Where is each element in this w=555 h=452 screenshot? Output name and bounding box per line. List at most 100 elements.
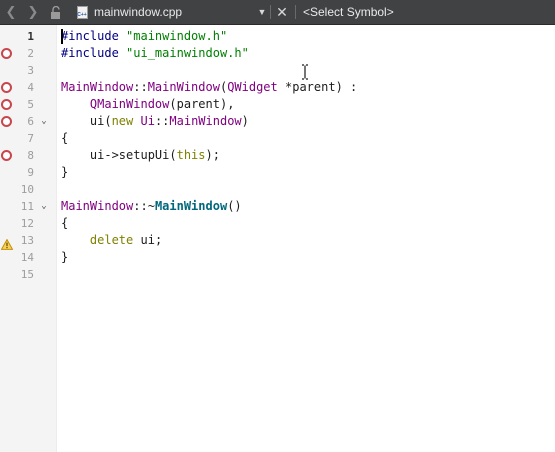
code-line[interactable]: 2 #include "ui_mainwindow.h" [0,45,555,62]
line-number: 12 [20,217,34,230]
code-line[interactable]: 1 #include "mainwindow.h" [0,28,555,45]
code-line[interactable]: 13 delete ui; [0,232,555,250]
type-token: QMainWindow [89,97,170,111]
line-number: 14 [20,251,34,264]
code-token: ui; [133,233,163,247]
unlocked-icon[interactable] [48,0,64,24]
code-token: { [61,216,69,230]
type-token: Ui [140,114,155,128]
line-text: } [61,249,68,266]
line-text: QMainWindow(parent), [61,96,235,113]
toolbar-divider [295,5,296,19]
code-line[interactable]: 6 ⌄ ui(new Ui::MainWindow) [0,113,555,130]
code-token: } [61,165,69,179]
function-token: MainWindow [154,199,228,213]
line-text: { [61,215,68,232]
line-number: 7 [27,132,34,145]
line-number: 13 [20,234,34,247]
code-line[interactable]: 14 } [0,249,555,266]
type-token: QWidget [227,80,278,94]
type-token: MainWindow [169,114,242,128]
breakpoint-icon[interactable] [1,99,13,110]
code-token: *parent) : [277,80,358,94]
text-cursor [61,29,63,44]
breakpoint-icon[interactable] [1,48,13,59]
line-text: MainWindow::MainWindow(QWidget *parent) … [61,79,357,96]
code-line[interactable]: 5 QMainWindow(parent), [0,96,555,113]
fold-chevron-icon[interactable]: ⌄ [38,113,50,130]
line-number: 2 [27,47,34,60]
code-token: ui( [61,114,112,128]
keyword-token: delete [89,233,134,247]
code-line[interactable]: 15 [0,266,555,283]
toolbar-divider [270,5,271,19]
code-token: ) [241,114,249,128]
keyword-token: this [176,148,206,162]
preprocessor-token: #include [61,29,119,43]
code-token: { [61,131,69,145]
code-line[interactable]: 4 MainWindow::MainWindow(QWidget *parent… [0,79,555,96]
code-token: :: [133,80,148,94]
line-text: } [61,164,68,181]
type-token: MainWindow [147,80,220,94]
line-number: 9 [27,166,34,179]
document-selector[interactable]: mainwindow.cpp [94,0,182,24]
chevron-left-icon[interactable]: ❮ [2,0,20,24]
editor-toolbar: ❮ ❯ C++ mainwindow.cpp ▼ ✕ <Select Symbo… [0,0,555,25]
line-text: { [61,130,68,147]
line-number: 6 [27,115,34,128]
code-line[interactable]: 11 ⌄ MainWindow::~MainWindow() [0,198,555,215]
line-number: 1 [27,30,34,43]
caret-down-icon[interactable]: ▼ [256,0,268,24]
code-line[interactable]: 9 } [0,164,555,181]
code-line[interactable]: 3 [0,62,555,79]
warning-icon[interactable] [0,235,14,250]
breakpoint-icon[interactable] [1,116,13,127]
cpp-file-icon: C++ [74,0,90,24]
line-number: 5 [27,98,34,111]
line-text: #include "mainwindow.h" [61,28,227,45]
fold-chevron-icon[interactable]: ⌄ [38,198,50,215]
code-token: } [61,250,69,264]
breakpoint-icon[interactable] [1,82,13,93]
line-text: MainWindow::~MainWindow() [61,198,242,215]
close-icon[interactable]: ✕ [274,0,290,24]
line-number: 3 [27,64,34,77]
line-text: #include "ui_mainwindow.h" [61,45,249,62]
code-line[interactable]: 10 [0,181,555,198]
type-token: MainWindow [61,80,134,94]
chevron-right-icon[interactable]: ❯ [24,0,42,24]
line-text: ui->setupUi(this); [61,147,220,164]
string-token: "ui_mainwindow.h" [126,46,249,60]
string-token: "mainwindow.h" [126,29,228,43]
code-line[interactable]: 7 { [0,130,555,147]
code-token: :: [154,114,170,128]
code-line[interactable]: 12 { [0,215,555,232]
code-line[interactable]: 8 ui->setupUi(this); [0,147,555,164]
code-editor[interactable]: 1 #include "mainwindow.h" 2 #include "ui… [0,25,555,452]
code-token: ui->setupUi( [61,148,177,162]
code-token: () [227,199,242,213]
code-token: ::~ [133,199,155,213]
symbol-selector[interactable]: <Select Symbol> [303,0,394,24]
line-number: 15 [20,268,34,281]
type-token: MainWindow [61,199,134,213]
code-token: (parent), [169,97,235,111]
line-number: 4 [27,81,34,94]
line-text: ui(new Ui::MainWindow) [61,113,249,130]
breakpoint-icon[interactable] [1,150,13,161]
preprocessor-token: #include [61,46,119,60]
line-number: 11 [20,200,34,213]
line-number: 8 [27,149,34,162]
line-text: delete ui; [61,232,162,249]
text-cursor-ibeam-icon [302,64,308,80]
file-type-badge: C++ [76,5,88,19]
code-token: ); [205,148,220,162]
keyword-token: new [111,114,134,128]
line-number: 10 [20,183,34,196]
